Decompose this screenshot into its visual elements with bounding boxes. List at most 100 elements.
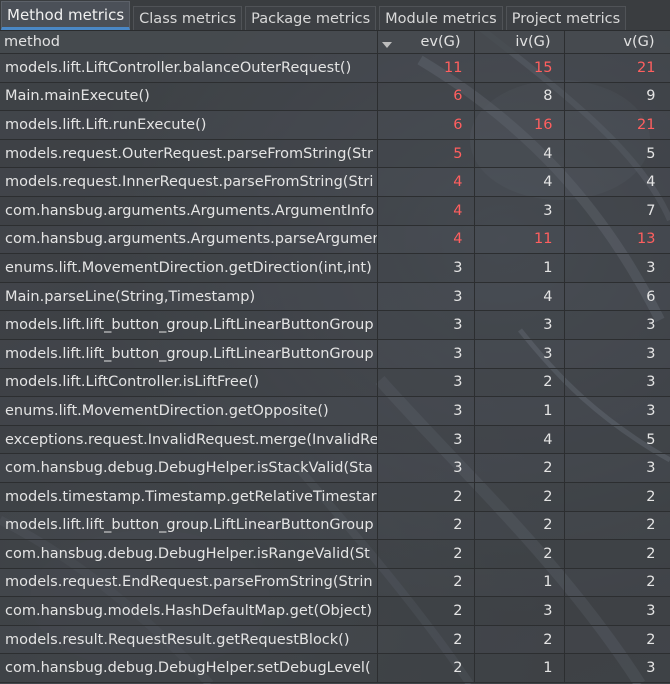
v-value-cell: 3 xyxy=(564,253,670,283)
ev-value-cell: 5 xyxy=(377,139,475,169)
iv-value-cell: 1 xyxy=(474,396,565,426)
iv-value-cell: 3 xyxy=(474,339,565,369)
ev-value-cell: 2 xyxy=(377,625,475,655)
method-name-cell: models.lift.LiftController.isLiftFree() xyxy=(0,368,378,398)
iv-value-cell: 1 xyxy=(474,253,565,283)
iv-value-cell: 15 xyxy=(474,53,565,83)
column-header-ev-label: ev(G) xyxy=(420,34,461,50)
table-row[interactable]: models.result.RequestResult.getRequestBl… xyxy=(0,625,670,655)
iv-value-cell: 16 xyxy=(474,110,565,140)
ev-value-cell: 3 xyxy=(377,310,475,340)
ev-value-cell: 11 xyxy=(377,53,475,83)
v-value-cell: 4 xyxy=(564,167,670,197)
ev-value-cell: 2 xyxy=(377,511,475,541)
ev-value-cell: 2 xyxy=(377,539,475,569)
iv-value-cell: 4 xyxy=(474,167,565,197)
method-name-cell: models.lift.lift_button_group.LiftLinear… xyxy=(0,511,378,541)
table-row[interactable]: models.lift.lift_button_group.LiftLinear… xyxy=(0,339,670,369)
table-row[interactable]: com.hansbug.debug.DebugHelper.isStackVal… xyxy=(0,453,670,483)
ev-value-cell: 4 xyxy=(377,196,475,226)
method-name-cell: Main.parseLine(String,Timestamp) xyxy=(0,282,378,312)
tab-project-metrics[interactable]: Project metrics xyxy=(505,6,627,30)
table-row[interactable]: models.timestamp.Timestamp.getRelativeTi… xyxy=(0,482,670,512)
table-row[interactable]: models.request.EndRequest.parseFromStrin… xyxy=(0,568,670,598)
v-value-cell: 2 xyxy=(564,482,670,512)
ev-value-cell: 2 xyxy=(377,596,475,626)
table-body: models.lift.LiftController.balanceOuterR… xyxy=(0,53,670,684)
table-row[interactable]: enums.lift.MovementDirection.getOpposite… xyxy=(0,396,670,426)
ev-value-cell: 6 xyxy=(377,110,475,140)
method-name-cell: models.timestamp.Timestamp.getRelativeTi… xyxy=(0,482,378,512)
method-name-cell: models.lift.lift_button_group.LiftLinear… xyxy=(0,310,378,340)
iv-value-cell: 4 xyxy=(474,425,565,455)
table-row[interactable]: com.hansbug.arguments.Arguments.parseArg… xyxy=(0,225,670,255)
method-name-cell: models.request.EndRequest.parseFromStrin… xyxy=(0,568,378,598)
table-row[interactable]: enums.lift.MovementDirection.getDirectio… xyxy=(0,253,670,283)
v-value-cell: 3 xyxy=(564,653,670,684)
column-header-ev[interactable]: ev(G) xyxy=(377,31,475,54)
ev-value-cell: 3 xyxy=(377,425,475,455)
table-row[interactable]: exceptions.request.InvalidRequest.merge(… xyxy=(0,425,670,455)
ev-value-cell: 3 xyxy=(377,396,475,426)
sort-descending-icon xyxy=(381,42,392,48)
method-name-cell: com.hansbug.arguments.Arguments.Argument… xyxy=(0,196,378,226)
tab-class-metrics[interactable]: Class metrics xyxy=(133,6,243,30)
table-row[interactable]: com.hansbug.debug.DebugHelper.isRangeVal… xyxy=(0,539,670,569)
method-name-cell: Main.mainExecute() xyxy=(0,82,378,112)
iv-value-cell: 2 xyxy=(474,511,565,541)
table-row[interactable]: models.lift.Lift.runExecute() 6 16 21 xyxy=(0,110,670,140)
ev-value-cell: 3 xyxy=(377,453,475,483)
table-row[interactable]: models.request.OuterRequest.parseFromStr… xyxy=(0,139,670,169)
iv-value-cell: 3 xyxy=(474,196,565,226)
method-name-cell: com.hansbug.arguments.Arguments.parseArg… xyxy=(0,225,378,255)
column-header-iv[interactable]: iv(G) xyxy=(474,31,565,54)
iv-value-cell: 11 xyxy=(474,225,565,255)
method-name-cell: models.request.InnerRequest.parseFromStr… xyxy=(0,167,378,197)
table-row[interactable]: models.lift.LiftController.balanceOuterR… xyxy=(0,53,670,83)
method-name-cell: com.hansbug.debug.DebugHelper.setDebugLe… xyxy=(0,653,378,684)
table-row[interactable]: com.hansbug.debug.DebugHelper.setDebugLe… xyxy=(0,653,670,684)
table-row[interactable]: Main.mainExecute() 6 8 9 xyxy=(0,82,670,112)
method-name-cell: models.lift.Lift.runExecute() xyxy=(0,110,378,140)
iv-value-cell: 3 xyxy=(474,596,565,626)
table-row[interactable]: com.hansbug.arguments.Arguments.Argument… xyxy=(0,196,670,226)
ev-value-cell: 4 xyxy=(377,167,475,197)
table-row[interactable]: models.lift.lift_button_group.LiftLinear… xyxy=(0,310,670,340)
tab-module-metrics[interactable]: Module metrics xyxy=(379,6,503,30)
column-header-v[interactable]: v(G) xyxy=(564,31,670,54)
method-name-cell: exceptions.request.InvalidRequest.merge(… xyxy=(0,425,378,455)
v-value-cell: 2 xyxy=(564,511,670,541)
table-row[interactable]: Main.parseLine(String,Timestamp) 3 4 6 xyxy=(0,282,670,312)
iv-value-cell: 2 xyxy=(474,453,565,483)
v-value-cell: 3 xyxy=(564,310,670,340)
v-value-cell: 5 xyxy=(564,139,670,169)
v-value-cell: 3 xyxy=(564,339,670,369)
v-value-cell: 2 xyxy=(564,625,670,655)
v-value-cell: 21 xyxy=(564,110,670,140)
table-row[interactable]: models.lift.LiftController.isLiftFree() 3… xyxy=(0,368,670,398)
column-header-method[interactable]: method xyxy=(0,31,378,54)
method-metrics-table: method ev(G) iv(G) v(G) models.lift.Lift… xyxy=(0,31,670,684)
ev-value-cell: 3 xyxy=(377,368,475,398)
ev-value-cell: 3 xyxy=(377,282,475,312)
method-name-cell: models.lift.lift_button_group.LiftLinear… xyxy=(0,339,378,369)
v-value-cell: 7 xyxy=(564,196,670,226)
table-row[interactable]: models.request.InnerRequest.parseFromStr… xyxy=(0,167,670,197)
v-value-cell: 2 xyxy=(564,568,670,598)
v-value-cell: 3 xyxy=(564,596,670,626)
table-row[interactable]: com.hansbug.models.HashDefaultMap.get(Ob… xyxy=(0,596,670,626)
v-value-cell: 2 xyxy=(564,539,670,569)
iv-value-cell: 4 xyxy=(474,282,565,312)
table-row[interactable]: models.lift.lift_button_group.LiftLinear… xyxy=(0,511,670,541)
ev-value-cell: 3 xyxy=(377,339,475,369)
tab-method-metrics[interactable]: Method metrics xyxy=(1,1,131,30)
v-value-cell: 21 xyxy=(564,53,670,83)
ev-value-cell: 3 xyxy=(377,253,475,283)
v-value-cell: 13 xyxy=(564,225,670,255)
method-name-cell: com.hansbug.debug.DebugHelper.isRangeVal… xyxy=(0,539,378,569)
tab-package-metrics[interactable]: Package metrics xyxy=(245,6,377,30)
metrics-tab-bar: Method metrics Class metrics Package met… xyxy=(0,0,670,31)
iv-value-cell: 4 xyxy=(474,139,565,169)
method-name-cell: enums.lift.MovementDirection.getOpposite… xyxy=(0,396,378,426)
metrics-panel: Method metrics Class metrics Package met… xyxy=(0,0,670,684)
